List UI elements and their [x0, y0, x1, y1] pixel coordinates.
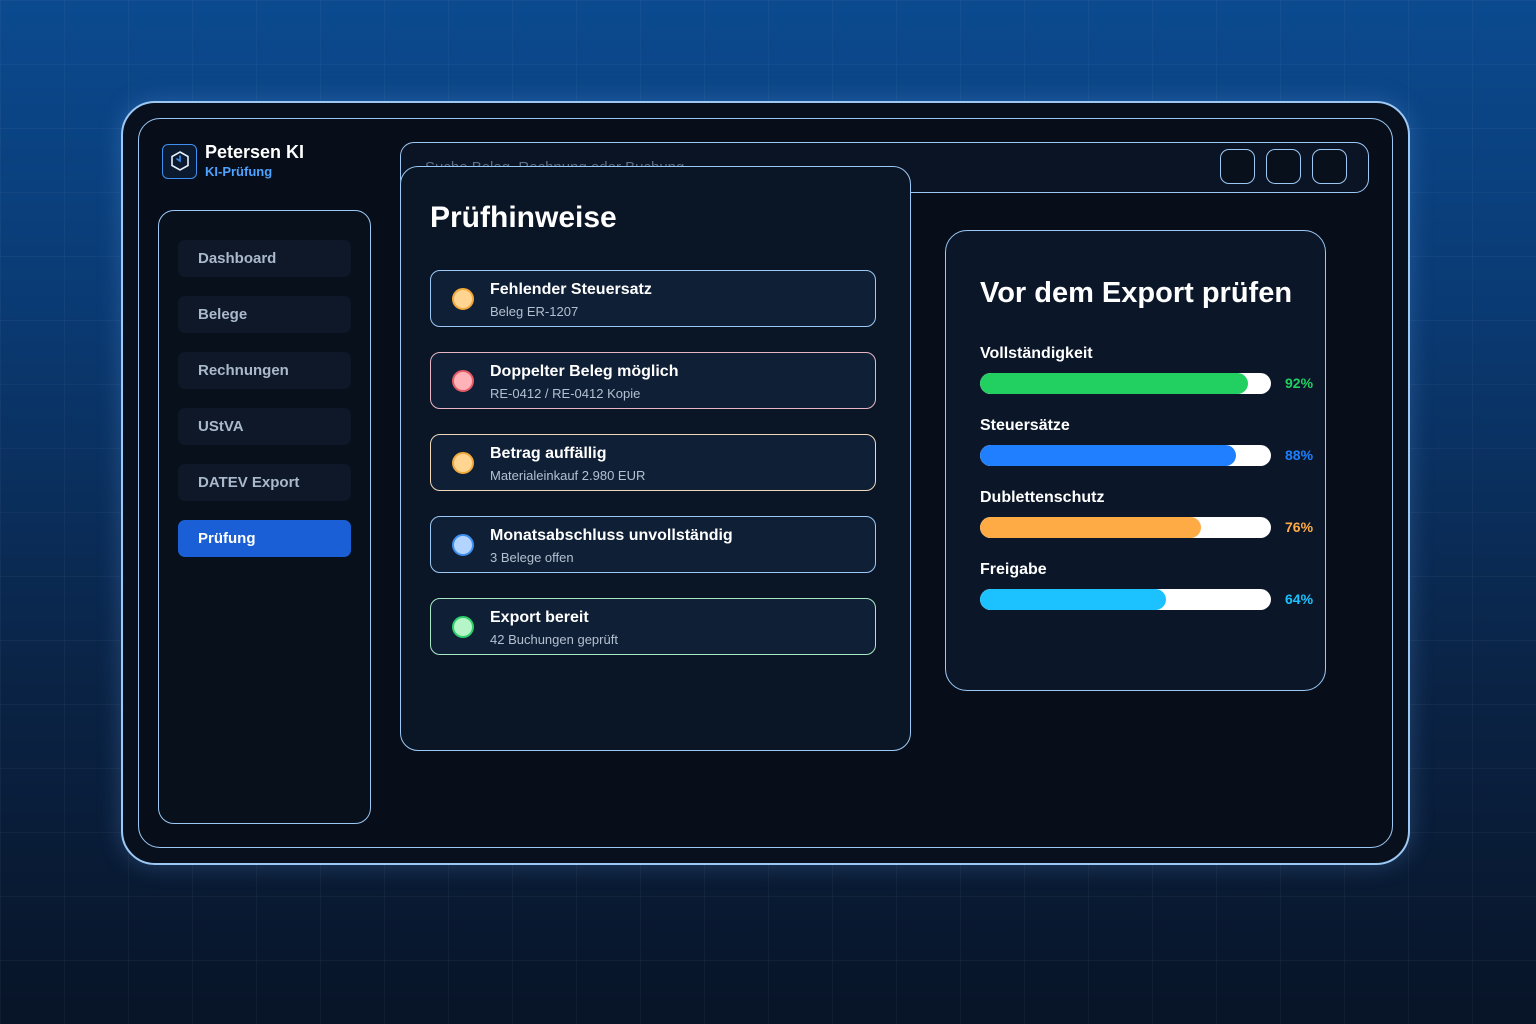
status-dot-icon	[452, 452, 474, 474]
progress-fill	[980, 589, 1167, 610]
hint-title: Betrag auffällig	[490, 445, 607, 462]
hint-item[interactable]: Doppelter Beleg möglich RE-0412 / RE-0412…	[430, 352, 876, 409]
hint-subtitle: Materialeinkauf 2.980 EUR	[490, 468, 646, 483]
sidebar-item-rechnungen[interactable]: Rechnungen	[178, 352, 351, 389]
metric-value: 88%	[1285, 447, 1314, 463]
sidebar-item-datev-export[interactable]: DATEV Export	[178, 464, 351, 501]
progress-fill	[980, 373, 1248, 394]
sidebar-item-pruefung[interactable]: Prüfung	[178, 520, 351, 557]
status-dot-icon	[452, 616, 474, 638]
export-check-title: Vor dem Export prüfen	[980, 277, 1293, 309]
progress-fill	[980, 445, 1237, 466]
metric-value: 76%	[1285, 519, 1314, 535]
metric-label: Freigabe	[980, 561, 1047, 578]
progress-bar	[980, 445, 1271, 466]
hint-subtitle: Beleg ER-1207	[490, 304, 579, 319]
metric-label: Vollständigkeit	[980, 345, 1093, 362]
hint-item[interactable]: Export bereit 42 Buchungen geprüft	[430, 598, 876, 655]
metric-value: 92%	[1285, 375, 1314, 391]
metric-label: Dublettenschutz	[980, 489, 1105, 506]
hint-title: Fehlender Steuersatz	[490, 281, 652, 298]
brand: Petersen KI KI-Prüfung	[162, 142, 304, 180]
hexagon-logo-icon	[162, 143, 197, 179]
progress-bar	[980, 517, 1271, 538]
hint-subtitle: 3 Belege offen	[490, 550, 574, 565]
progress-bar	[980, 373, 1271, 394]
hint-title: Doppelter Beleg möglich	[490, 363, 679, 380]
brand-name: Petersen KI	[205, 142, 305, 162]
toolbar-button-2[interactable]	[1266, 149, 1301, 184]
status-dot-icon	[452, 288, 474, 310]
sidebar: Dashboard Belege Rechnungen UStVA DATEV …	[158, 210, 371, 824]
sidebar-item-ustva[interactable]: UStVA	[178, 408, 351, 445]
status-dot-icon	[452, 370, 474, 392]
hint-item[interactable]: Fehlender Steuersatz Beleg ER-1207	[430, 270, 876, 327]
metric-label: Steuersätze	[980, 417, 1070, 434]
hints-title: Prüfhinweise	[430, 201, 617, 234]
progress-fill	[980, 517, 1202, 538]
metric-value: 64%	[1285, 591, 1314, 607]
hint-subtitle: 42 Buchungen geprüft	[490, 632, 618, 647]
sidebar-item-belege[interactable]: Belege	[178, 296, 351, 333]
progress-bar	[980, 589, 1271, 610]
sidebar-item-dashboard[interactable]: Dashboard	[178, 240, 351, 277]
hints-card: Prüfhinweise Fehlender Steuersatz Beleg E…	[400, 166, 911, 751]
toolbar-button-3[interactable]	[1312, 149, 1347, 184]
toolbar-button-1[interactable]	[1220, 149, 1255, 184]
brand-subtitle: KI-Prüfung	[205, 164, 273, 179]
status-dot-icon	[452, 534, 474, 556]
hint-title: Export bereit	[490, 609, 589, 626]
hint-item[interactable]: Betrag auffällig Materialeinkauf 2.980 EU…	[430, 434, 876, 491]
hint-item[interactable]: Monatsabschluss unvollständig 3 Belege of…	[430, 516, 876, 573]
export-check-card: Vor dem Export prüfen Vollständigkeit 92%…	[945, 230, 1326, 691]
hint-title: Monatsabschluss unvollständig	[490, 527, 733, 544]
hint-subtitle: RE-0412 / RE-0412 Kopie	[490, 386, 641, 401]
